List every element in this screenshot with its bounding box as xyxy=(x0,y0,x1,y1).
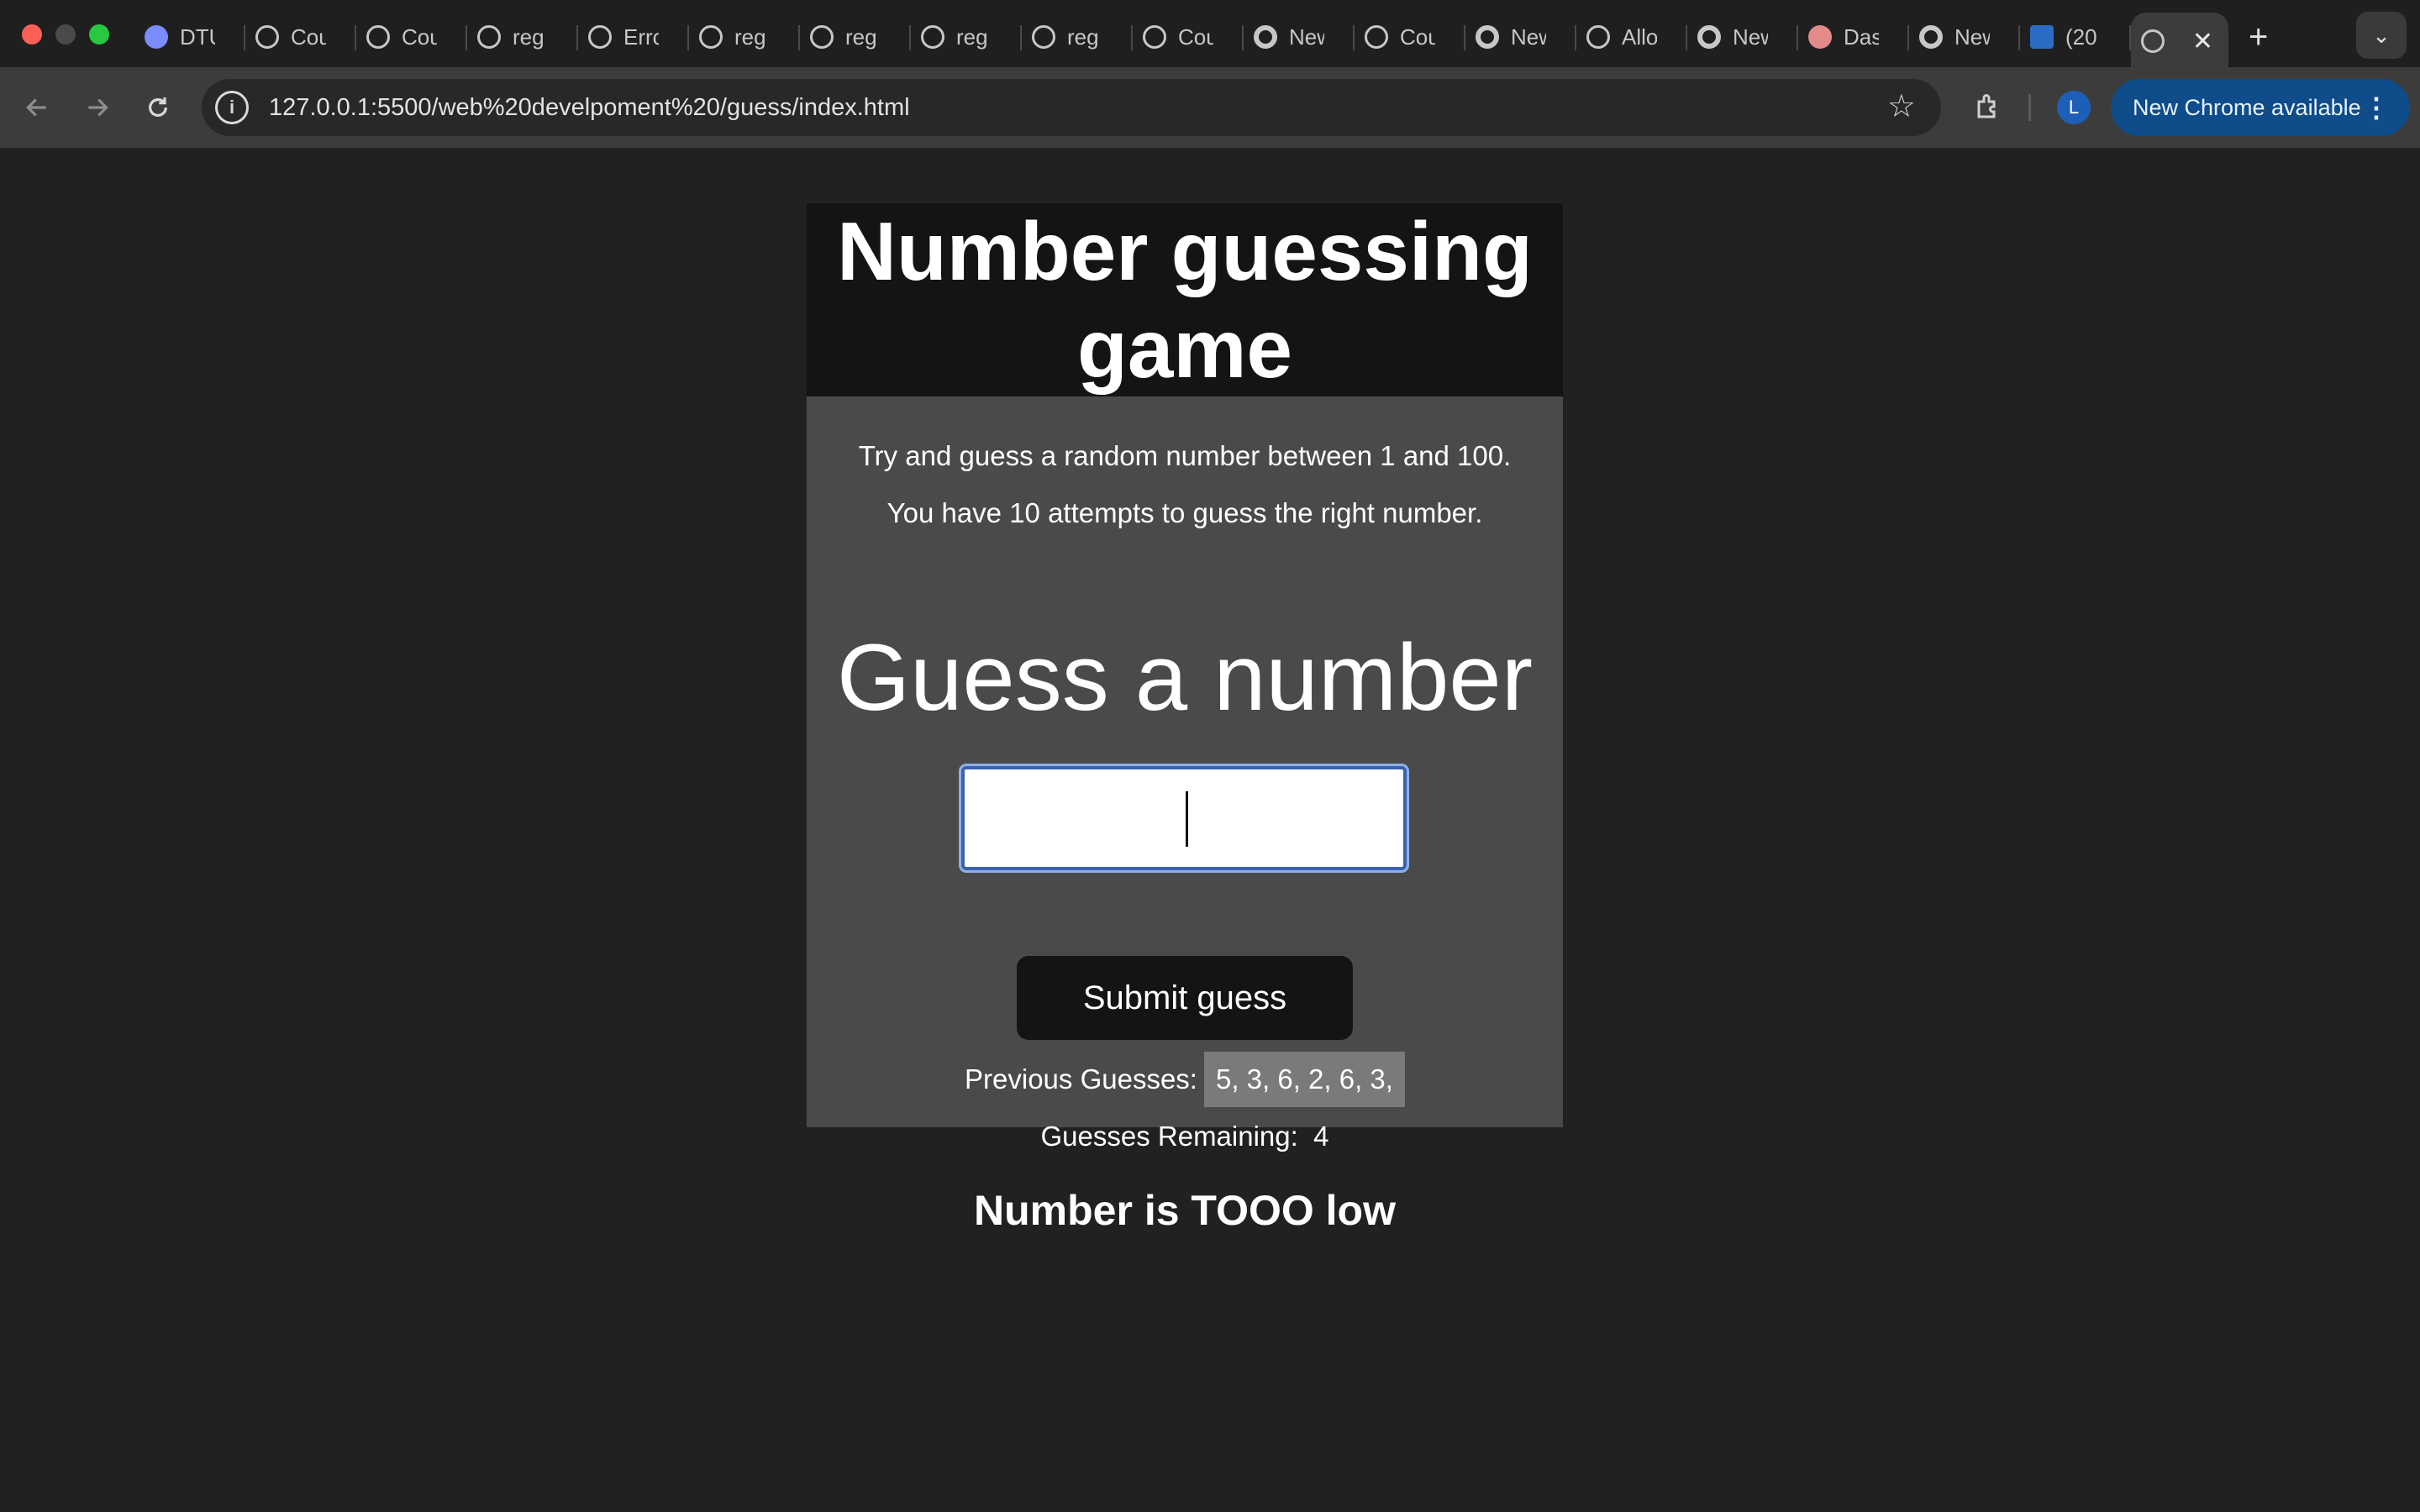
profile-avatar[interactable]: L xyxy=(2057,91,2091,124)
chrome-icon xyxy=(1476,25,1499,49)
tab-10[interactable]: New xyxy=(1244,13,1355,60)
tab-title: Cou xyxy=(291,24,326,50)
page-content: Number guessing game Try and guess a ran… xyxy=(0,148,2420,1512)
guesses-remaining-value: 4 xyxy=(1313,1121,1329,1152)
tab-16[interactable]: New xyxy=(1909,13,2020,60)
tab-14[interactable]: New xyxy=(1687,13,1798,60)
tab-12[interactable]: New xyxy=(1465,13,1576,60)
tab-title: New xyxy=(1511,24,1546,50)
globe-icon xyxy=(588,25,612,49)
tab-8[interactable]: reg xyxy=(1022,13,1133,60)
tab-3[interactable]: reg xyxy=(467,13,578,60)
previous-guesses: Previous Guesses: 5, 3, 6, 2, 6, 3, xyxy=(807,1052,1563,1107)
chrome-icon xyxy=(1919,25,1943,49)
text-caret xyxy=(1186,791,1188,847)
tab-13[interactable]: Allo xyxy=(1576,13,1687,60)
tab-title: reg xyxy=(1067,24,1099,50)
feedback-message: Number is TOOO low xyxy=(974,1187,1396,1234)
zoom-window-button[interactable] xyxy=(89,24,109,45)
tab-11[interactable]: Cou xyxy=(1355,13,1465,60)
new-tab-button[interactable]: + xyxy=(2249,18,2268,56)
tab-title: Das xyxy=(1844,24,1879,50)
globe-icon xyxy=(1032,25,1055,49)
tab-title: Cou xyxy=(402,24,437,50)
minimize-window-button[interactable] xyxy=(55,24,76,45)
globe-icon xyxy=(255,25,279,49)
browser-toolbar: i 127.0.0.1:5500/web%20develpoment%20/gu… xyxy=(0,67,2420,148)
tab-title: (20 xyxy=(2065,24,2097,50)
toolbar-divider xyxy=(2028,94,2031,121)
previous-guesses-values: 5, 3, 6, 2, 6, 3, xyxy=(1203,1052,1405,1107)
update-label: New Chrome available xyxy=(2133,94,2361,120)
site-info-icon[interactable]: i xyxy=(215,91,249,124)
tab-title: New xyxy=(1733,24,1768,50)
update-chrome-button[interactable]: New Chrome available ⋮ xyxy=(2111,79,2410,136)
extensions-icon[interactable] xyxy=(1968,86,2010,128)
address-bar[interactable]: i 127.0.0.1:5500/web%20develpoment%20/gu… xyxy=(202,79,1941,136)
forward-button[interactable] xyxy=(77,87,118,128)
tab-17[interactable]: (20 xyxy=(2020,13,2131,60)
more-menu-icon[interactable]: ⋮ xyxy=(2363,92,2390,123)
tab-4[interactable]: Erro xyxy=(578,13,689,60)
close-tab-icon[interactable]: ✕ xyxy=(2192,27,2213,56)
close-window-button[interactable] xyxy=(22,24,42,45)
page-title: Number guessing game xyxy=(837,205,1533,395)
tab-active[interactable]: ✕ xyxy=(2131,13,2228,70)
tab-title: DTU xyxy=(180,24,215,50)
tab-15[interactable]: Das xyxy=(1798,13,1909,60)
tab-title: Cou xyxy=(1400,24,1435,50)
tab-strip: DTU Cou Cou reg Erro reg reg reg reg Cou New Cou New… xyxy=(0,0,2420,70)
tab-9[interactable]: Cou xyxy=(1133,13,1244,60)
tab-title: reg xyxy=(956,24,988,50)
previous-guesses-label: Previous Guesses: xyxy=(965,1063,1197,1095)
guesses-remaining: Guesses Remaining: 4 xyxy=(807,1121,1563,1152)
globe-icon xyxy=(699,25,723,49)
globe-icon xyxy=(1586,25,1610,49)
globe-icon xyxy=(2141,29,2165,53)
globe-icon xyxy=(921,25,944,49)
tab-1[interactable]: Cou xyxy=(245,13,356,60)
tab-title: Cou xyxy=(1178,24,1213,50)
bookmark-star-icon[interactable]: ☆ xyxy=(1887,87,1916,125)
guess-label: Guess a number xyxy=(837,625,1533,730)
chrome-icon xyxy=(1254,25,1277,49)
tab-title: Allo xyxy=(1622,24,1657,50)
reload-icon xyxy=(149,97,167,117)
game-card: Number guessing game Try and guess a ran… xyxy=(807,203,1563,1127)
tab-search-button[interactable]: ⌄ xyxy=(2356,12,2407,59)
intro-text-attempts: You have 10 attempts to guess the right … xyxy=(886,497,1483,528)
url-text[interactable]: 127.0.0.1:5500/web%20develpoment%20/gues… xyxy=(269,94,910,122)
globe-icon xyxy=(1365,25,1388,49)
back-button[interactable] xyxy=(17,87,57,128)
tab-5[interactable]: reg xyxy=(689,13,800,60)
arrow-right-icon xyxy=(88,98,108,117)
tab-7[interactable]: reg xyxy=(911,13,1022,60)
arrow-left-icon xyxy=(26,98,46,117)
tab-title: New xyxy=(1954,24,1990,50)
globe-icon xyxy=(1143,25,1166,49)
tab-title: Erro xyxy=(623,24,659,50)
tab-title: reg xyxy=(513,24,544,50)
guesses-remaining-label: Guesses Remaining: xyxy=(1040,1121,1298,1152)
tab-title: reg xyxy=(734,24,766,50)
tab-2[interactable]: Cou xyxy=(356,13,467,60)
chrome-icon xyxy=(1697,25,1721,49)
guess-input[interactable] xyxy=(961,766,1407,870)
target-icon xyxy=(145,25,168,49)
tab-title: New xyxy=(1289,24,1324,50)
tab-0[interactable]: DTU xyxy=(134,13,245,60)
game-header: Number guessing game xyxy=(807,203,1563,396)
tab-6[interactable]: reg xyxy=(800,13,911,60)
globe-icon xyxy=(366,25,390,49)
globe-icon xyxy=(810,25,834,49)
globe-icon xyxy=(477,25,501,49)
linkedin-icon xyxy=(2030,25,2054,49)
intro-text-range: Try and guess a random number between 1 … xyxy=(858,440,1512,471)
dashboard-icon xyxy=(1808,25,1832,49)
tab-list: DTU Cou Cou reg Erro reg reg reg reg Cou New Cou New… xyxy=(134,10,2268,70)
reload-button[interactable] xyxy=(138,87,178,128)
tab-title: reg xyxy=(845,24,877,50)
submit-guess-button[interactable]: Submit guess xyxy=(1017,956,1353,1040)
